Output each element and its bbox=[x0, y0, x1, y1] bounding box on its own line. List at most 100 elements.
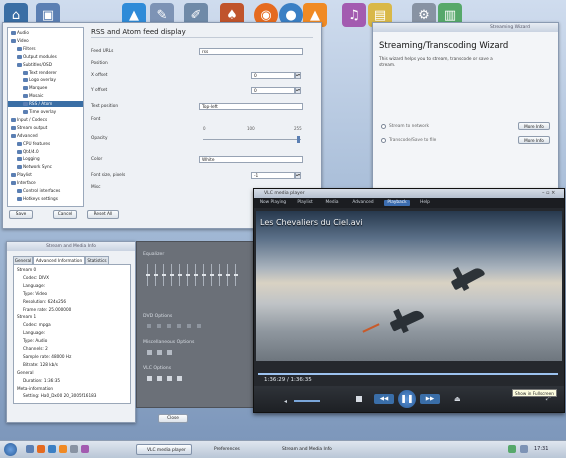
tree-item[interactable]: Stream output bbox=[8, 125, 83, 131]
tray-volume-icon[interactable] bbox=[520, 445, 528, 453]
player-titlebar[interactable]: VLC media player bbox=[254, 189, 564, 198]
eq-band-knob[interactable] bbox=[193, 274, 198, 276]
eq-band-knob[interactable] bbox=[177, 274, 182, 276]
eq-band-knob[interactable] bbox=[185, 274, 190, 276]
eq-band-knob[interactable] bbox=[233, 274, 238, 276]
quicklaunch-icon[interactable] bbox=[81, 445, 89, 453]
tree-item[interactable]: Hotkeys settings bbox=[8, 196, 83, 202]
tree-item[interactable]: Video bbox=[8, 38, 83, 44]
eq-band-knob[interactable] bbox=[201, 274, 206, 276]
stream-to-network-radio[interactable] bbox=[381, 124, 386, 129]
next-button[interactable]: ▶▶ bbox=[420, 394, 440, 404]
player-menu-item[interactable]: Now Playing bbox=[258, 200, 288, 206]
eq-band-knob[interactable] bbox=[217, 274, 222, 276]
info-line: Codec: mpga bbox=[23, 322, 51, 328]
tree-item[interactable]: Logo overlay bbox=[8, 77, 83, 83]
tree-item[interactable]: Control interfaces bbox=[8, 188, 83, 194]
transcode-save-radio[interactable] bbox=[381, 138, 386, 143]
more-info-button-2[interactable]: More Info bbox=[518, 136, 550, 144]
volume-slider[interactable] bbox=[294, 400, 320, 402]
equalizer-sliders[interactable] bbox=[145, 264, 245, 290]
eq-band-knob[interactable] bbox=[161, 274, 166, 276]
cancel-button[interactable]: Cancel bbox=[53, 210, 77, 219]
save-button[interactable]: Save bbox=[9, 210, 33, 219]
category-icon bbox=[11, 117, 16, 122]
tree-item[interactable]: Subtitles/OSD bbox=[8, 62, 83, 68]
tree-item[interactable]: Playlist bbox=[8, 172, 83, 178]
vlc-options-controls[interactable] bbox=[147, 376, 187, 381]
clock[interactable]: 17:31 bbox=[534, 446, 548, 452]
tree-item[interactable]: Output modules bbox=[8, 54, 83, 60]
eq-band-knob[interactable] bbox=[153, 274, 158, 276]
opacity-slider-handle[interactable] bbox=[297, 136, 300, 143]
text-position-select[interactable]: Top-left bbox=[199, 103, 303, 110]
tab-general[interactable]: General bbox=[13, 256, 33, 264]
quicklaunch-icon[interactable] bbox=[48, 445, 56, 453]
media-icon[interactable]: ♫ bbox=[342, 3, 366, 27]
task-preferences[interactable]: Preferences bbox=[204, 444, 260, 455]
xoffset-spinner[interactable]: ▴▾ bbox=[295, 72, 301, 79]
reset-all-button[interactable]: Reset All bbox=[87, 210, 119, 219]
tree-item[interactable]: Text renderer bbox=[8, 70, 83, 76]
task-stream-info[interactable]: Stream and Media Info bbox=[272, 444, 352, 455]
tree-item[interactable]: Interface bbox=[8, 180, 83, 186]
info-line: Resolution: 624x256 bbox=[23, 298, 67, 304]
streaming-wizard-window: Streaming Wizard Streaming/Transcoding W… bbox=[372, 22, 559, 189]
play-pause-button[interactable]: ❚❚ bbox=[398, 390, 416, 408]
window-controls-icon[interactable]: – ▫ × bbox=[542, 190, 555, 196]
quicklaunch-icon[interactable] bbox=[70, 445, 78, 453]
tree-item[interactable]: CPU features bbox=[8, 141, 83, 147]
quicklaunch-icon[interactable] bbox=[59, 445, 67, 453]
video-area[interactable]: Les Chevaliers du Ciel.avi bbox=[256, 211, 562, 361]
player-menu-item[interactable]: Playback bbox=[384, 200, 410, 206]
font-size-spinner[interactable]: ▴▾ bbox=[295, 172, 301, 179]
tree-item[interactable]: Audio bbox=[8, 30, 83, 36]
tree-item-label: Audio bbox=[17, 30, 29, 35]
player-menu-item[interactable]: Playlist bbox=[294, 200, 316, 206]
quicklaunch-icon[interactable] bbox=[37, 445, 45, 453]
tree-item[interactable]: Logging bbox=[8, 156, 83, 162]
task-vlc[interactable]: VLC media player bbox=[136, 444, 192, 455]
more-info-button-1[interactable]: More Info bbox=[518, 122, 550, 130]
eject-icon[interactable]: ⏏ bbox=[454, 395, 461, 403]
preferences-tree[interactable]: Audio Video Filters Output modules Subtitles… bbox=[7, 27, 84, 207]
yoffset-spinner[interactable]: ▴▾ bbox=[295, 87, 301, 94]
player-menu-item[interactable]: Help bbox=[416, 200, 434, 206]
tree-item-label: Logo overlay bbox=[29, 77, 56, 83]
eq-band-knob[interactable] bbox=[209, 274, 214, 276]
info-titlebar[interactable]: Stream and Media Info bbox=[7, 242, 135, 251]
yoffset-input[interactable]: 0 bbox=[251, 87, 295, 94]
volume-icon[interactable]: ◂ bbox=[284, 398, 287, 405]
quicklaunch-icon[interactable] bbox=[26, 445, 34, 453]
tree-item[interactable]: Filters bbox=[8, 46, 83, 52]
tree-item[interactable]: Input / Codecs bbox=[8, 117, 83, 123]
start-menu-icon[interactable] bbox=[4, 443, 17, 456]
tab-advanced-information[interactable]: Advanced Information bbox=[33, 256, 85, 264]
xoffset-input[interactable]: 0 bbox=[251, 72, 295, 79]
color-select[interactable]: White bbox=[199, 156, 303, 163]
info-tree[interactable]: Stream 0 Codec: DIVX Language: Type: Video R… bbox=[13, 264, 131, 404]
misc-controls[interactable] bbox=[147, 350, 173, 355]
wizard-titlebar[interactable]: Streaming Wizard bbox=[373, 23, 558, 32]
eq-band-knob[interactable] bbox=[145, 274, 150, 276]
tree-item[interactable]: Network Sync bbox=[8, 164, 83, 170]
tree-item[interactable]: Time overlay bbox=[8, 109, 83, 115]
eq-band-knob[interactable] bbox=[169, 274, 174, 276]
opacity-slider-track[interactable] bbox=[203, 139, 301, 140]
player-menu-item[interactable]: Advanced bbox=[348, 200, 378, 206]
tree-item[interactable]: RSS / Atom bbox=[8, 101, 83, 108]
tray-network-icon[interactable] bbox=[508, 445, 516, 453]
dvd-controls[interactable] bbox=[147, 324, 207, 328]
eq-band-knob[interactable] bbox=[225, 274, 230, 276]
feed-urls-input[interactable]: rss bbox=[199, 48, 303, 55]
player-menu-item[interactable]: Media bbox=[322, 200, 342, 206]
tree-item[interactable]: Advanced bbox=[8, 133, 83, 139]
stop-icon[interactable] bbox=[356, 396, 362, 402]
previous-button[interactable]: ◀◀ bbox=[374, 394, 394, 404]
tab-statistics[interactable]: Statistics bbox=[85, 256, 109, 264]
close-button[interactable]: Close bbox=[158, 414, 188, 423]
font-size-input[interactable]: -1 bbox=[251, 172, 295, 179]
tree-item[interactable]: Marquee bbox=[8, 85, 83, 91]
tree-item[interactable]: Mosaic bbox=[8, 93, 83, 99]
tree-item[interactable]: Qt4/4.0 bbox=[8, 149, 83, 155]
